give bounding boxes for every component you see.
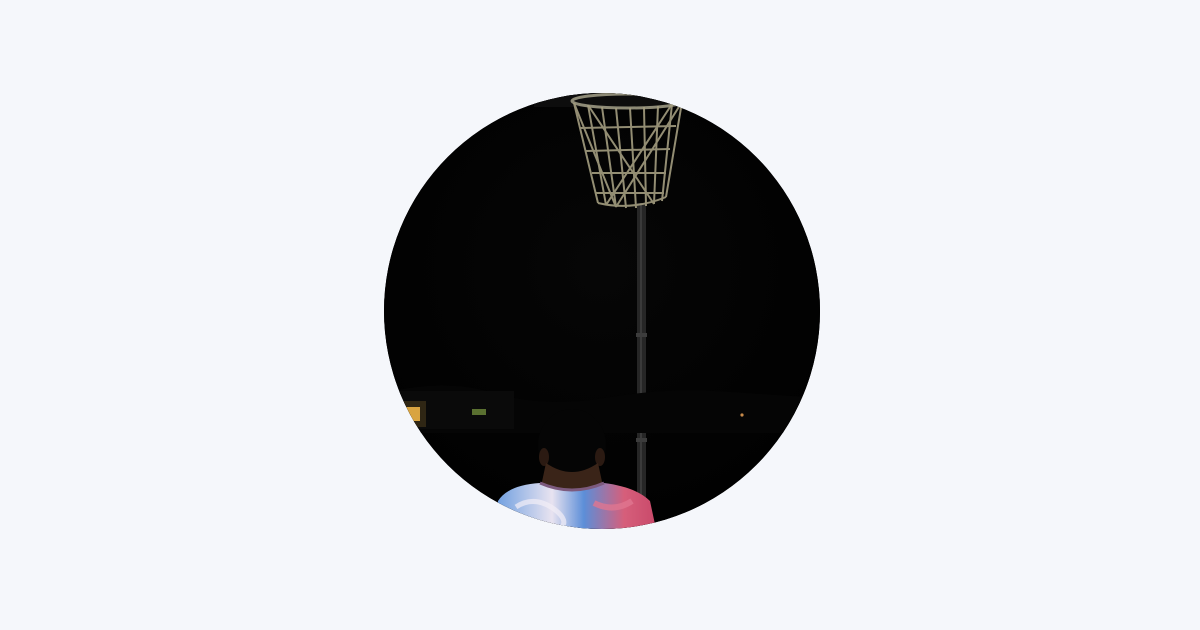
pole-band (636, 333, 647, 337)
distant-light (740, 413, 744, 417)
window-light (472, 409, 486, 415)
person-ear (595, 448, 605, 466)
pole-band (636, 438, 647, 442)
person-ear (539, 448, 549, 466)
avatar-photo (384, 93, 820, 529)
page-canvas (0, 0, 1200, 630)
porch-glow (400, 401, 426, 427)
distant-house (384, 391, 514, 429)
artist-avatar (384, 93, 820, 529)
pole-highlight (640, 203, 642, 529)
